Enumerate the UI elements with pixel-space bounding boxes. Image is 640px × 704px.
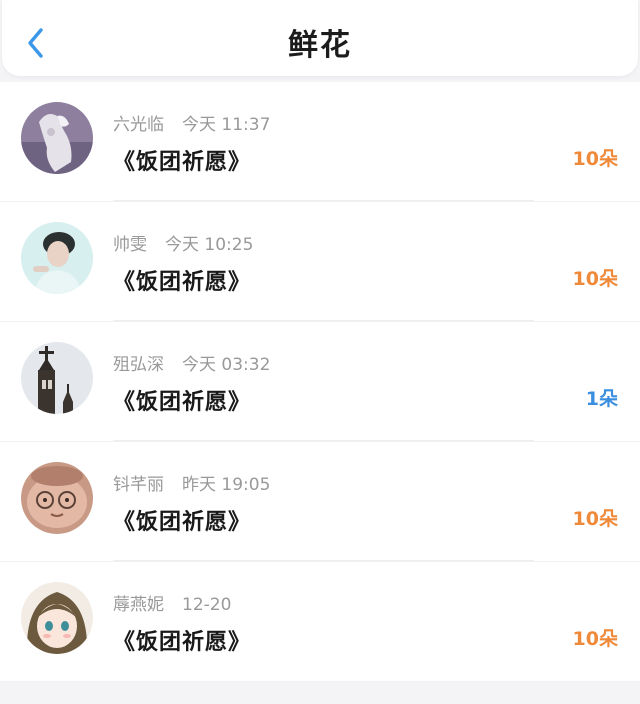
sender-name: 殂弘深: [113, 355, 164, 375]
church-tower-avatar: [21, 342, 93, 414]
item-subject: 《饭团祈愿》: [113, 510, 252, 535]
avatar[interactable]: [21, 222, 93, 294]
sculpture-avatar: [21, 102, 93, 174]
item-subject: 《饭团祈愿》: [113, 150, 252, 175]
timestamp: 今天 03:32: [182, 355, 271, 375]
item-subject: 《饭团祈愿》: [113, 630, 252, 655]
item-meta: 帅雯 今天 10:25: [113, 230, 253, 255]
boy-portrait-avatar: [21, 222, 93, 294]
avatar[interactable]: [21, 102, 93, 174]
row-divider: [113, 440, 534, 441]
gift-list: 六光临 今天 11:37 《饭团祈愿》 10朵 帅雯 今天 10:25 《饭团祈愿》…: [0, 82, 640, 682]
sender-name: 六光临: [113, 115, 164, 135]
timestamp: 12-20: [182, 595, 232, 615]
list-item[interactable]: 六光临 今天 11:37 《饭团祈愿》 10朵: [0, 82, 640, 202]
anime-girl-avatar: [21, 582, 93, 654]
item-meta: 钭芊丽 昨天 19:05: [113, 470, 270, 495]
timestamp: 今天 11:37: [182, 115, 271, 135]
item-subject: 《饭团祈愿》: [113, 390, 252, 415]
row-divider: [113, 560, 534, 561]
item-meta: 六光临 今天 11:37: [113, 110, 270, 135]
list-item[interactable]: 蓐燕妮 12-20 《饭团祈愿》 10朵: [0, 562, 640, 682]
timestamp: 今天 10:25: [165, 235, 254, 255]
timestamp: 昨天 19:05: [182, 475, 271, 495]
avatar[interactable]: [21, 342, 93, 414]
row-divider: [113, 320, 534, 321]
flower-count: 10朵: [572, 508, 618, 530]
list-item[interactable]: 钭芊丽 昨天 19:05 《饭团祈愿》 10朵: [0, 442, 640, 562]
flower-count: 10朵: [572, 628, 618, 650]
list-item[interactable]: 帅雯 今天 10:25 《饭团祈愿》 10朵: [0, 202, 640, 322]
sender-name: 帅雯: [113, 235, 147, 255]
item-subject: 《饭团祈愿》: [113, 270, 252, 295]
avatar[interactable]: [21, 582, 93, 654]
top-bar: 鲜花: [2, 0, 638, 76]
cartoon-face-avatar: [21, 462, 93, 534]
flower-count: 10朵: [572, 268, 618, 290]
flower-count: 1朵: [585, 388, 618, 410]
item-meta: 殂弘深 今天 03:32: [113, 350, 270, 375]
list-item[interactable]: 殂弘深 今天 03:32 《饭团祈愿》 1朵: [0, 322, 640, 442]
row-divider: [113, 200, 534, 201]
item-meta: 蓐燕妮 12-20: [113, 590, 231, 615]
sender-name: 蓐燕妮: [113, 595, 164, 615]
page-title: 鲜花: [288, 28, 352, 63]
flower-count: 10朵: [572, 148, 618, 170]
avatar[interactable]: [21, 462, 93, 534]
sender-name: 钭芊丽: [113, 475, 164, 495]
